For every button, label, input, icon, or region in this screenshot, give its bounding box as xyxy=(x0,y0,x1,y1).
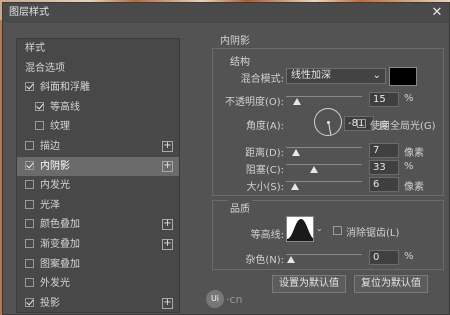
size-slider-thumb[interactable] xyxy=(291,183,299,190)
style-list: 样式 混合选项 斜面和浮雕 等高线 纹理 描边 + 内阴影 + 内发光 光泽 颜色叠… xyxy=(16,38,180,313)
list-item-inner-glow[interactable]: 内发光 xyxy=(17,176,179,196)
noise-slider[interactable] xyxy=(286,254,362,255)
list-item-label: 光泽 xyxy=(40,199,60,211)
list-item-contour[interactable]: 等高线 xyxy=(17,98,179,118)
size-label: 大小(S): xyxy=(246,182,284,193)
choke-unit: % xyxy=(404,161,414,172)
distance-input[interactable]: 7 xyxy=(369,143,399,158)
contour-dropdown-icon[interactable]: ⌄ xyxy=(316,224,323,233)
list-item-bevel-emboss[interactable]: 斜面和浮雕 xyxy=(17,78,179,98)
list-item-label: 等高线 xyxy=(50,101,80,113)
opacity-input[interactable]: 15 xyxy=(369,92,399,107)
set-default-button[interactable]: 设置为默认值 xyxy=(272,275,346,293)
size-unit: 像素 xyxy=(404,182,424,193)
distance-label: 距离(D): xyxy=(245,148,284,159)
distance-slider-thumb[interactable] xyxy=(292,149,300,156)
dialog-title: 图层样式 xyxy=(3,3,449,23)
list-item-pattern-overlay[interactable]: 图案叠加 xyxy=(17,255,179,275)
quality-label: 品质 xyxy=(228,200,252,215)
list-item-label: 混合选项 xyxy=(25,62,65,74)
list-item-label: 斜面和浮雕 xyxy=(40,82,90,94)
opacity-slider-thumb[interactable] xyxy=(293,98,301,105)
antialias-checkbox[interactable] xyxy=(333,226,342,235)
noise-label: 杂色(N): xyxy=(245,255,284,266)
size-input[interactable]: 6 xyxy=(369,177,399,192)
list-item-label: 内阴影 xyxy=(40,160,70,172)
watermark-logo: Ui xyxy=(206,290,224,308)
angle-dial[interactable] xyxy=(314,108,342,136)
watermark-text: ·cn xyxy=(226,293,243,306)
chevron-down-icon: ⌄ xyxy=(372,70,381,81)
opacity-label: 不透明度(O): xyxy=(224,97,284,108)
shadow-color-swatch[interactable] xyxy=(389,67,417,86)
list-item-label: 纹理 xyxy=(50,121,70,133)
checkbox-stroke[interactable] xyxy=(25,140,34,150)
global-light-label: 使用全局光(G) xyxy=(370,121,436,132)
list-item-label: 投影 xyxy=(40,297,60,309)
reset-default-button[interactable]: 复位为默认值 xyxy=(354,275,428,293)
angle-label: 角度(A): xyxy=(245,121,284,132)
blend-mode-value: 线性加深 xyxy=(291,70,331,81)
contour-label: 等高线: xyxy=(250,230,284,241)
add-stroke-plus-icon[interactable]: + xyxy=(162,140,173,152)
noise-input[interactable]: 0 xyxy=(369,250,399,265)
size-slider[interactable] xyxy=(286,181,362,182)
list-item-stroke[interactable]: 描边 + xyxy=(17,137,179,157)
opacity-unit: % xyxy=(404,93,414,104)
opacity-slider[interactable] xyxy=(286,96,362,97)
angle-dial-center xyxy=(327,121,330,124)
global-light-checkbox[interactable] xyxy=(357,119,366,128)
choke-slider[interactable] xyxy=(286,164,362,165)
panel-title: 内阴影 xyxy=(220,36,250,47)
list-item-texture[interactable]: 纹理 xyxy=(17,117,179,137)
distance-unit: 像素 xyxy=(404,148,424,159)
checkbox-inner-shadow[interactable] xyxy=(25,160,34,170)
list-item-label: 图案叠加 xyxy=(40,258,80,270)
style-list-header: 样式 xyxy=(25,43,45,54)
list-item-label: 内发光 xyxy=(40,180,70,192)
checkbox-contour[interactable] xyxy=(35,101,44,111)
choke-slider-thumb[interactable] xyxy=(310,166,318,173)
checkbox-drop-shadow[interactable] xyxy=(25,297,34,307)
list-item-outer-glow[interactable]: 外发光 xyxy=(17,274,179,294)
list-item-color-overlay[interactable]: 颜色叠加 + xyxy=(17,215,179,235)
watermark: Ui ·cn xyxy=(206,290,246,310)
checkbox-gradient-overlay[interactable] xyxy=(25,238,34,248)
close-icon[interactable]: ✕ xyxy=(429,3,445,23)
noise-unit: % xyxy=(404,251,414,262)
add-inner-shadow-plus-icon[interactable]: + xyxy=(162,160,173,172)
contour-curve-icon xyxy=(287,219,313,241)
checkbox-bevel-emboss[interactable] xyxy=(25,82,34,92)
add-color-overlay-plus-icon[interactable]: + xyxy=(162,219,173,231)
checkbox-color-overlay[interactable] xyxy=(25,219,34,229)
checkbox-outer-glow[interactable] xyxy=(25,278,34,288)
list-item-label: 外发光 xyxy=(40,278,70,290)
blend-mode-select[interactable]: 线性加深 ⌄ xyxy=(286,68,386,84)
distance-slider[interactable] xyxy=(286,147,362,148)
list-item-blending-options[interactable]: 混合选项 xyxy=(17,59,179,79)
list-item-label: 描边 xyxy=(40,140,60,152)
checkbox-pattern-overlay[interactable] xyxy=(25,258,34,268)
choke-label: 阻塞(C): xyxy=(245,165,284,176)
add-drop-shadow-plus-icon[interactable]: + xyxy=(162,297,173,309)
noise-slider-thumb[interactable] xyxy=(287,256,295,263)
choke-input[interactable]: 33 xyxy=(369,160,399,175)
checkbox-texture[interactable] xyxy=(35,121,44,131)
blend-mode-label: 混合模式: xyxy=(240,74,284,85)
list-item-label: 颜色叠加 xyxy=(40,219,80,231)
checkbox-inner-glow[interactable] xyxy=(25,180,34,190)
list-item-satin[interactable]: 光泽 xyxy=(17,196,179,216)
list-item-drop-shadow[interactable]: 投影 + xyxy=(17,294,179,314)
list-item-label: 渐变叠加 xyxy=(40,238,80,250)
list-item-gradient-overlay[interactable]: 渐变叠加 + xyxy=(17,235,179,255)
add-gradient-overlay-plus-icon[interactable]: + xyxy=(162,238,173,250)
antialias-label: 消除锯齿(L) xyxy=(346,228,400,239)
checkbox-satin[interactable] xyxy=(25,199,34,209)
structure-label: 结构 xyxy=(228,53,252,68)
contour-picker[interactable] xyxy=(286,216,314,242)
list-item-inner-shadow[interactable]: 内阴影 + xyxy=(17,156,179,177)
